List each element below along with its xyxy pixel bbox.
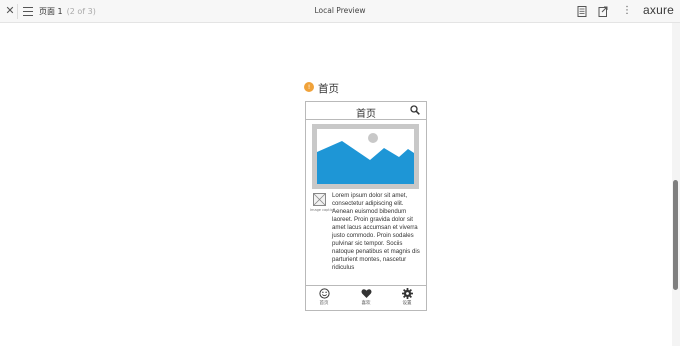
- body-text: Lorem ipsum dolor sit amet, consectetur …: [332, 192, 420, 271]
- tab-home-label: 首页: [319, 301, 329, 306]
- share-icon[interactable]: [598, 6, 608, 17]
- image-placeholder: [312, 124, 419, 189]
- tab-bar: 首页 喜欢 设置: [306, 285, 426, 310]
- tab-favorites[interactable]: 喜欢: [351, 288, 381, 306]
- page-selector[interactable]: 页面 1 (2 of 3): [39, 6, 96, 17]
- phone-header-title: 首页: [356, 109, 376, 120]
- image-thumbnail-icon: [313, 193, 326, 206]
- tab-settings[interactable]: 设置: [392, 288, 422, 306]
- scrollbar-thumb[interactable]: [673, 180, 678, 290]
- axure-logo: axure: [643, 3, 675, 17]
- search-icon[interactable]: [410, 105, 420, 115]
- menu-icon[interactable]: [23, 7, 33, 16]
- phone-wireframe: 首页 Image caption Lorem ipsum dolor sit a…: [305, 101, 427, 311]
- notes-icon[interactable]: [577, 6, 587, 17]
- page-label: 首页: [318, 83, 339, 95]
- smiley-icon: [318, 288, 330, 299]
- more-options-icon[interactable]: ⋮: [622, 4, 632, 18]
- phone-header: 首页: [306, 102, 426, 120]
- gear-icon: [401, 288, 413, 299]
- preview-toolbar: ✕ 页面 1 (2 of 3) Local Preview ⋮ axure: [0, 0, 680, 23]
- page-count: (2 of 3): [66, 7, 96, 16]
- tab-settings-label: 设置: [402, 301, 412, 306]
- tab-home[interactable]: 首页: [309, 288, 339, 306]
- page-name: 页面 1: [39, 7, 63, 16]
- tab-favorites-label: 喜欢: [361, 301, 371, 306]
- page-note-badge[interactable]: !: [304, 82, 314, 92]
- toolbar-divider: [17, 4, 18, 19]
- heart-icon: [360, 289, 372, 298]
- close-icon[interactable]: ✕: [3, 4, 17, 18]
